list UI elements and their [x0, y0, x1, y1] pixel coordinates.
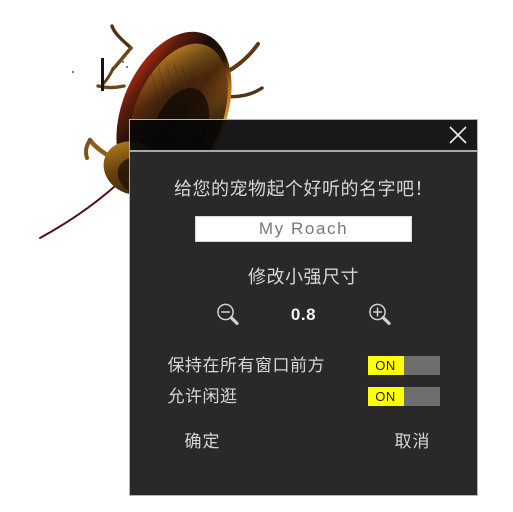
- toggle-row-allow-wander: 允许闲逛 ON: [168, 387, 440, 406]
- toggle-switch-always-on-top[interactable]: ON: [367, 356, 440, 375]
- toggle-track-allow-wander: [403, 387, 440, 406]
- pet-name-prompt: 给您的宠物起个好听的名字吧！: [174, 179, 433, 199]
- magnifier-minus-icon[interactable]: [200, 300, 256, 330]
- toggle-row-always-on-top: 保持在所有窗口前方 ON: [168, 356, 440, 375]
- toggle-switch-allow-wander[interactable]: ON: [367, 387, 440, 406]
- toggle-state-allow-wander: ON: [367, 387, 404, 406]
- size-controls: 0.8: [130, 300, 477, 330]
- dialog-body: 给您的宠物起个好听的名字吧！ 修改小强尺寸 0.8: [130, 152, 477, 495]
- roach-antenna-left: [39, 171, 131, 239]
- pet-name-input[interactable]: [195, 216, 412, 242]
- size-section-label: 修改小强尺寸: [248, 267, 359, 287]
- toggle-rows: 保持在所有窗口前方 ON 允许闲逛 ON: [130, 356, 477, 406]
- speck-artifact: [126, 66, 128, 68]
- dialog-action-row: 确定 取消: [159, 433, 449, 450]
- toggle-label-allow-wander: 允许闲逛: [167, 387, 238, 406]
- settings-dialog: 给您的宠物起个好听的名字吧！ 修改小强尺寸 0.8: [129, 119, 478, 496]
- size-value: 0.8: [290, 305, 317, 324]
- toggle-state-always-on-top: ON: [367, 356, 404, 375]
- dialog-title-bar[interactable]: [130, 120, 477, 152]
- cancel-button[interactable]: 取消: [395, 433, 431, 450]
- close-icon[interactable]: [441, 121, 475, 149]
- text-caret-artifact: [101, 58, 104, 91]
- confirm-button[interactable]: 确定: [185, 433, 221, 450]
- speck-artifact: [72, 71, 74, 73]
- speck-artifact: [122, 61, 124, 63]
- magnifier-plus-icon[interactable]: [352, 300, 408, 330]
- desktop-background: 给您的宠物起个好听的名字吧！ 修改小强尺寸 0.8: [0, 0, 513, 512]
- toggle-label-always-on-top: 保持在所有窗口前方: [167, 356, 325, 375]
- toggle-track-always-on-top: [403, 356, 440, 375]
